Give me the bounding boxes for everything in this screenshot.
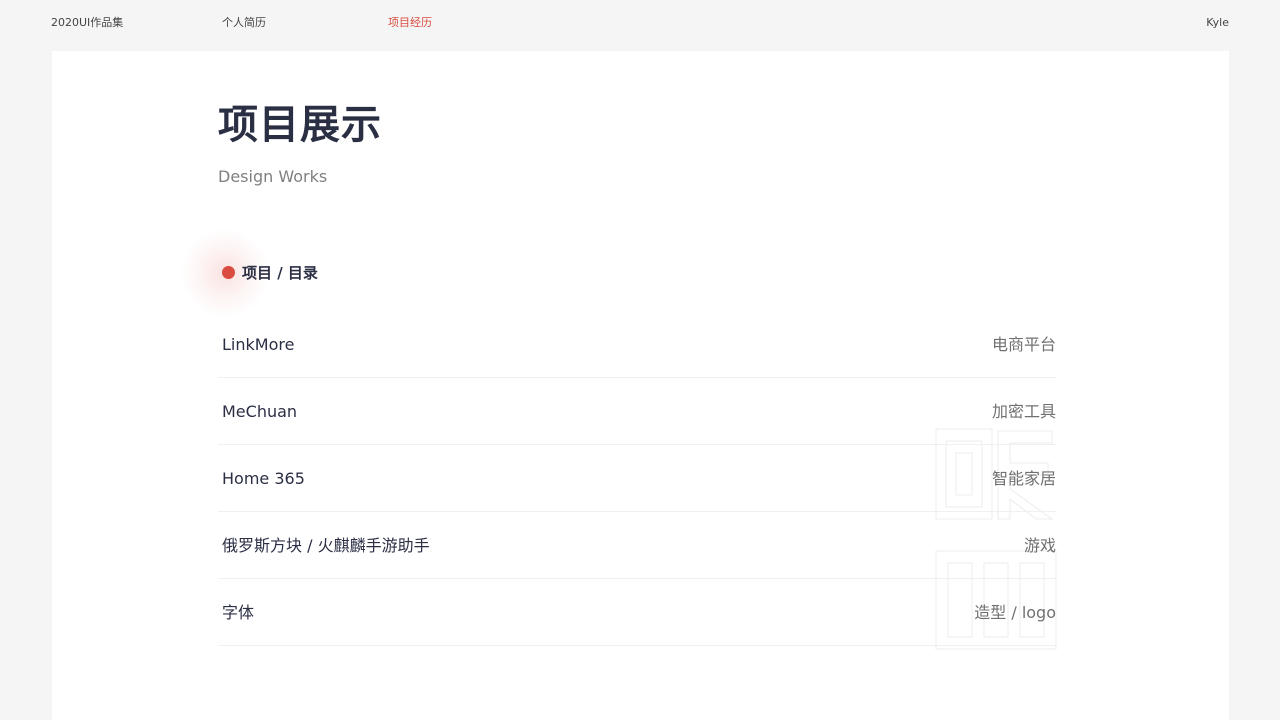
nav-brand-link[interactable]: 2020UI作品集 [51, 16, 123, 30]
page-subtitle: Design Works [218, 167, 328, 186]
project-list: LinkMore 电商平台 MeChuan 加密工具 Home 365 智能家居… [218, 311, 1056, 646]
red-dot-icon [222, 266, 235, 279]
content-card: 项目展示 Design Works 项目 / 目录 LinkMore 电商平台 … [52, 51, 1229, 720]
project-row-linkmore[interactable]: LinkMore 电商平台 [218, 311, 1056, 378]
project-name: 字体 [222, 603, 255, 622]
project-category: 造型 / logo [974, 603, 1056, 622]
page-title: 项目展示 [218, 102, 382, 148]
section-title: 项目 / 目录 [242, 264, 318, 282]
project-row-mechuan[interactable]: MeChuan 加密工具 [218, 378, 1056, 445]
project-category: 游戏 [1023, 536, 1056, 555]
nav-projects-link[interactable]: 项目经历 [388, 16, 432, 30]
project-row-fonts[interactable]: 字体 造型 / logo [218, 579, 1056, 646]
nav-user-link[interactable]: Kyle [1206, 16, 1229, 30]
project-name: 俄罗斯方块 / 火麒麟手游助手 [222, 536, 430, 555]
project-row-home365[interactable]: Home 365 智能家居 [218, 445, 1056, 512]
project-category: 电商平台 [991, 335, 1056, 354]
project-category: 加密工具 [991, 402, 1056, 421]
project-name: Home 365 [222, 469, 305, 488]
project-category: 智能家居 [991, 469, 1056, 488]
project-name: MeChuan [222, 402, 298, 421]
project-name: LinkMore [222, 335, 295, 354]
top-navigation-bar: 2020UI作品集 个人简历 项目经历 Kyle [0, 0, 1280, 50]
project-row-tetris[interactable]: 俄罗斯方块 / 火麒麟手游助手 游戏 [218, 512, 1056, 579]
nav-resume-link[interactable]: 个人简历 [222, 16, 266, 30]
